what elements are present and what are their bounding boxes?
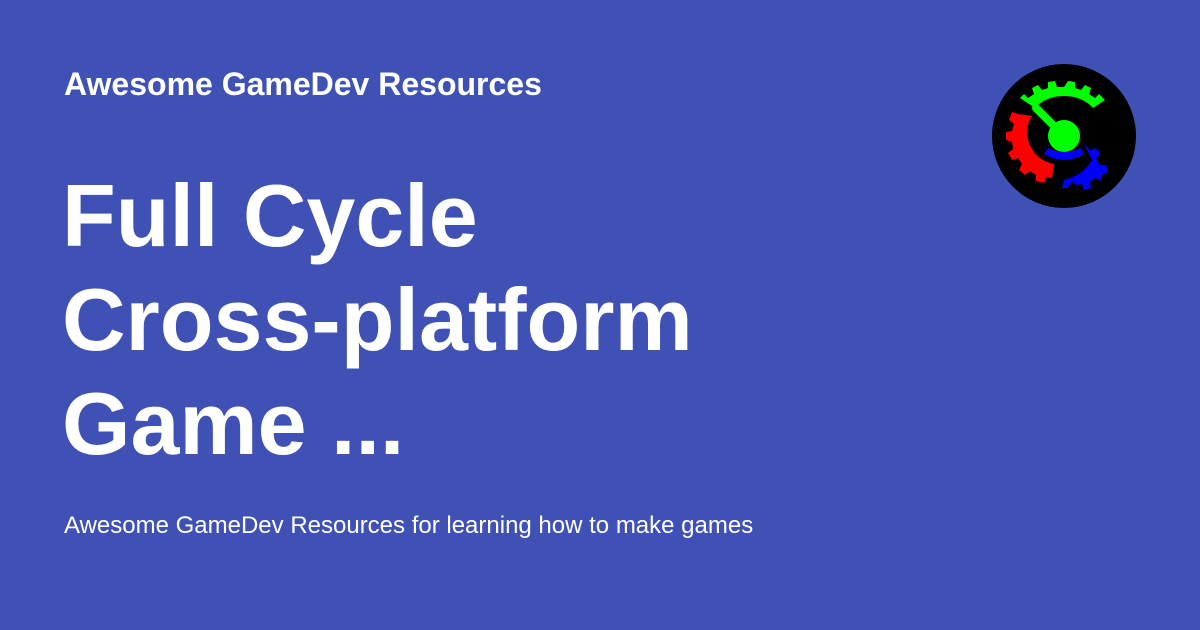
gears-logo-icon: [992, 64, 1136, 208]
page-description: Awesome GameDev Resources for learning h…: [64, 512, 754, 539]
site-name: Awesome GameDev Resources: [64, 66, 542, 102]
page-title-line: Full Cycle: [62, 166, 478, 265]
page-title-line: Cross-platform: [62, 270, 693, 369]
social-card: Awesome GameDev Resources Full Cycle Cro…: [0, 0, 1200, 630]
page-title: Full Cycle Cross-platform Game ...: [62, 164, 942, 476]
gear-hub: [1048, 120, 1080, 152]
page-title-line: Game ...: [62, 374, 405, 473]
